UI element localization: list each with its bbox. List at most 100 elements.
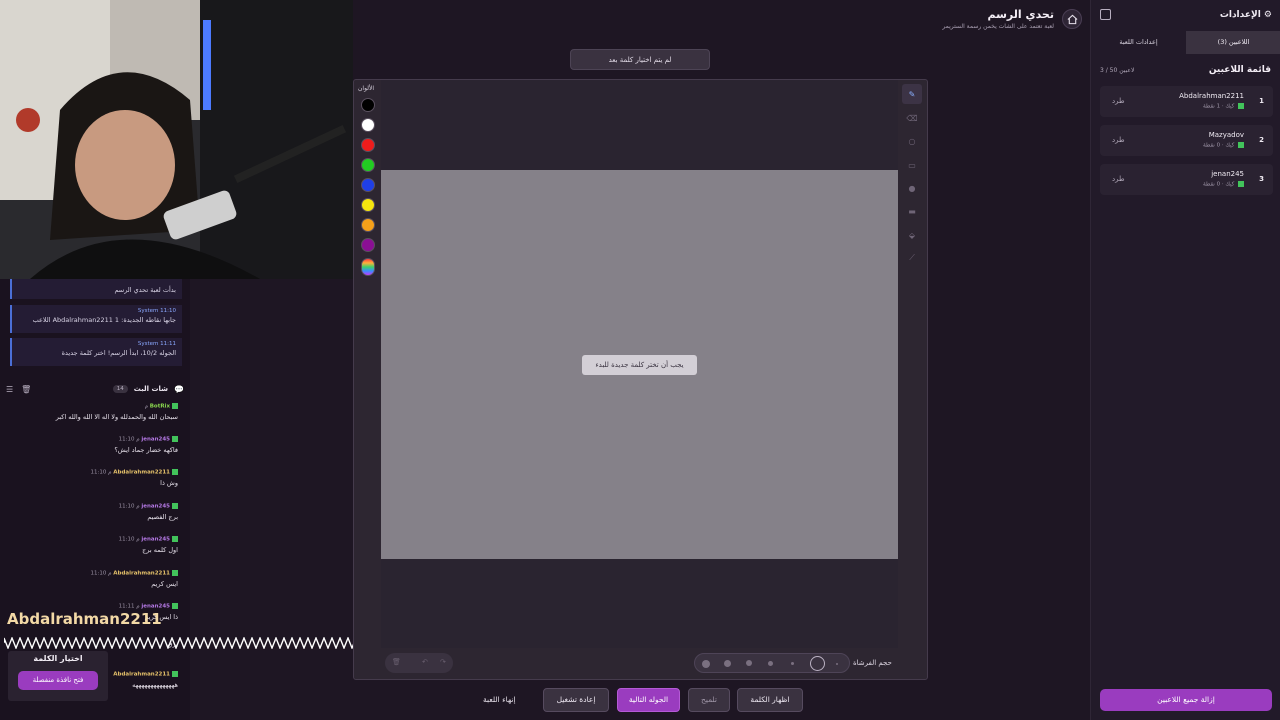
restart-button[interactable]: إعادة تشغيل <box>543 688 609 712</box>
tool-bar: ✎ ⌫ ○ ▭ ● ▬ ⬙ ⟋ <box>900 84 924 284</box>
settings-title: الإعدادات ⚙ <box>1219 10 1272 20</box>
chat-message: 11:10 م Abdalrahman2211 وش ذا <box>8 469 178 487</box>
chat-title: شات البث <box>133 385 169 393</box>
color-swatch[interactable] <box>361 98 375 112</box>
settings-panel: الإعدادات ⚙ اللاعبين (3) إعدادات اللعبة … <box>1090 0 1280 720</box>
chat-text: اول كلمه برج <box>142 545 178 554</box>
system-message: System 11:11 الجوله 10/2، ابدأ الرسم! اخ… <box>10 338 182 366</box>
fill-tool-icon[interactable]: ⬙ <box>902 225 922 245</box>
next-round-button[interactable]: الجوله التالية <box>617 688 680 712</box>
home-icon <box>1067 14 1077 24</box>
chat-text: وش ذا <box>160 478 178 487</box>
redo-icon[interactable]: ↷ <box>440 658 446 666</box>
color-swatch[interactable] <box>361 178 375 192</box>
word-status: لم يتم اختيار كلمة بعد <box>570 49 710 70</box>
brush-size-selected[interactable] <box>810 656 825 671</box>
chat-message: 11:10 م Abdalrahman2211 ايس كريم <box>8 570 178 588</box>
system-message: System 11:10 اللاعب Abdalrahman2211 جابه… <box>10 305 182 333</box>
overlay-username: Abdalrahman2211 <box>7 610 162 628</box>
color-swatch[interactable] <box>361 238 375 252</box>
kick-badge-icon <box>1238 103 1244 109</box>
brush-size-min[interactable] <box>836 663 838 665</box>
color-swatch[interactable] <box>361 218 375 232</box>
brush-size-label: حجم الفرشاة <box>853 659 892 667</box>
page-title-block: تحدي الرسم لعبة تعتمد على الشات يخمن رسم… <box>942 8 1054 30</box>
filled-circle-tool-icon[interactable]: ● <box>902 178 922 198</box>
chat-username[interactable]: BotRix <box>150 404 170 410</box>
webcam-feed <box>0 0 353 279</box>
brush-size-large[interactable] <box>702 660 710 668</box>
brush-size-tiny[interactable] <box>791 662 794 665</box>
kick-badge-icon <box>172 570 178 576</box>
gear-icon: ⚙ <box>1263 10 1272 20</box>
word-picker-box: اختيار الكلمة فتح نافذة منفصلة <box>8 651 108 701</box>
undo-bar: 🗑 ↶ ↷ <box>385 653 453 673</box>
choose-word-hint: يجب أن تختر كلمة جديدة للبدء <box>582 355 697 375</box>
kick-badge-icon <box>172 436 178 442</box>
chat-text: فاكهه خضار جماد ايش؟ <box>114 445 178 454</box>
player-row: 2 Mazyadov كيك · 0 نقطة طرد <box>1100 125 1273 156</box>
collapse-panel-icon[interactable] <box>1100 9 1111 20</box>
remove-all-players-button[interactable]: إزالة جميع اللاعبين <box>1100 689 1272 711</box>
chat-message: 11:10 م jenan245 برج الفصيم <box>8 503 178 521</box>
kick-badge-icon <box>172 671 178 677</box>
undo-icon[interactable]: ↶ <box>422 658 428 666</box>
chat-username[interactable]: jenan245 <box>141 537 170 543</box>
open-window-button[interactable]: فتح نافذة منفصلة <box>18 671 98 690</box>
kick-button[interactable]: طرد <box>1112 136 1125 144</box>
brush-size-bar <box>694 653 850 673</box>
end-game-button[interactable]: إنهاء اللعبة <box>483 695 516 704</box>
page-subtitle: لعبة تعتمد على الشات يخمن رسمة الستريمر <box>942 23 1054 30</box>
trash-icon[interactable]: 🗑 <box>21 385 31 394</box>
chat-message: 11:10 م jenan245 فاكهه خضار جماد ايش؟ <box>8 436 178 454</box>
players-list-title: قائمة اللاعبين <box>1208 65 1271 75</box>
tab-game-settings[interactable]: إعدادات اللعبة <box>1091 31 1186 54</box>
kick-badge-icon <box>1238 181 1244 187</box>
clear-icon[interactable]: 🗑 <box>392 658 401 666</box>
chat-username[interactable]: Abdalrahman2211 <box>113 470 170 476</box>
kick-badge-icon <box>1238 142 1244 148</box>
system-message: بدأت لعبة تحدي الرسم <box>10 279 182 299</box>
line-tool-icon[interactable]: ⟋ <box>902 248 922 268</box>
player-row: 1 Abdalrahman2211 كيك · 1 نقطة طرد <box>1100 86 1273 117</box>
color-swatch[interactable] <box>361 198 375 212</box>
brush-size-small[interactable] <box>768 661 773 666</box>
rectangle-tool-icon[interactable]: ▭ <box>902 155 922 175</box>
chat-count: 14 <box>112 385 128 393</box>
kick-button[interactable]: طرد <box>1112 175 1125 183</box>
chat-username[interactable]: Abdalrahman2211 <box>113 672 170 678</box>
chat-text: سبحان الله والحمدلله ولا اله الا الله وا… <box>55 412 178 421</box>
word-picker-title: اختيار الكلمة <box>33 654 83 663</box>
brush-size-medium-large[interactable] <box>724 660 731 667</box>
pen-tool-icon[interactable]: ✎ <box>902 84 922 104</box>
chat-username[interactable]: jenan245 <box>141 504 170 510</box>
chat-username[interactable]: jenan245 <box>141 437 170 443</box>
color-palette: الألوان <box>356 82 380 648</box>
chat-message: م BotRix سبحان الله والحمدلله ولا اله الا… <box>8 403 178 421</box>
tab-players[interactable]: اللاعبين (3) <box>1186 31 1280 54</box>
players-count: 3 / 50 لاعبين <box>1100 67 1135 74</box>
chat-icon: 💬 <box>174 384 184 394</box>
chat-username[interactable]: jenan245 <box>141 604 170 610</box>
kick-button[interactable]: طرد <box>1112 97 1125 105</box>
color-swatch[interactable] <box>361 138 375 152</box>
menu-icon[interactable]: ☰ <box>6 385 13 394</box>
custom-color-picker[interactable] <box>361 258 375 276</box>
kick-badge-icon <box>172 603 178 609</box>
color-swatch[interactable] <box>361 158 375 172</box>
eraser-tool-icon[interactable]: ⌫ <box>902 108 922 128</box>
filled-rect-tool-icon[interactable]: ▬ <box>902 201 922 221</box>
brush-size-medium[interactable] <box>746 660 752 666</box>
page-title: تحدي الرسم <box>987 8 1054 21</box>
chat-username[interactable]: Abdalrahman2211 <box>113 571 170 577</box>
kick-badge-icon <box>172 536 178 542</box>
chat-header: ☰ 🗑 14 شات البث 💬 <box>0 381 190 397</box>
kick-badge-icon <box>172 403 178 409</box>
chat-text: برج الفصيم <box>147 512 178 521</box>
home-button[interactable] <box>1062 9 1082 29</box>
circle-tool-icon[interactable]: ○ <box>902 131 922 151</box>
hint-button[interactable]: تلميح <box>688 688 730 712</box>
color-swatch[interactable] <box>361 118 375 132</box>
show-word-button[interactable]: اظهار الكلمة <box>737 688 803 712</box>
chat-message: 11:10 م jenan245 اول كلمه برج <box>8 536 178 554</box>
